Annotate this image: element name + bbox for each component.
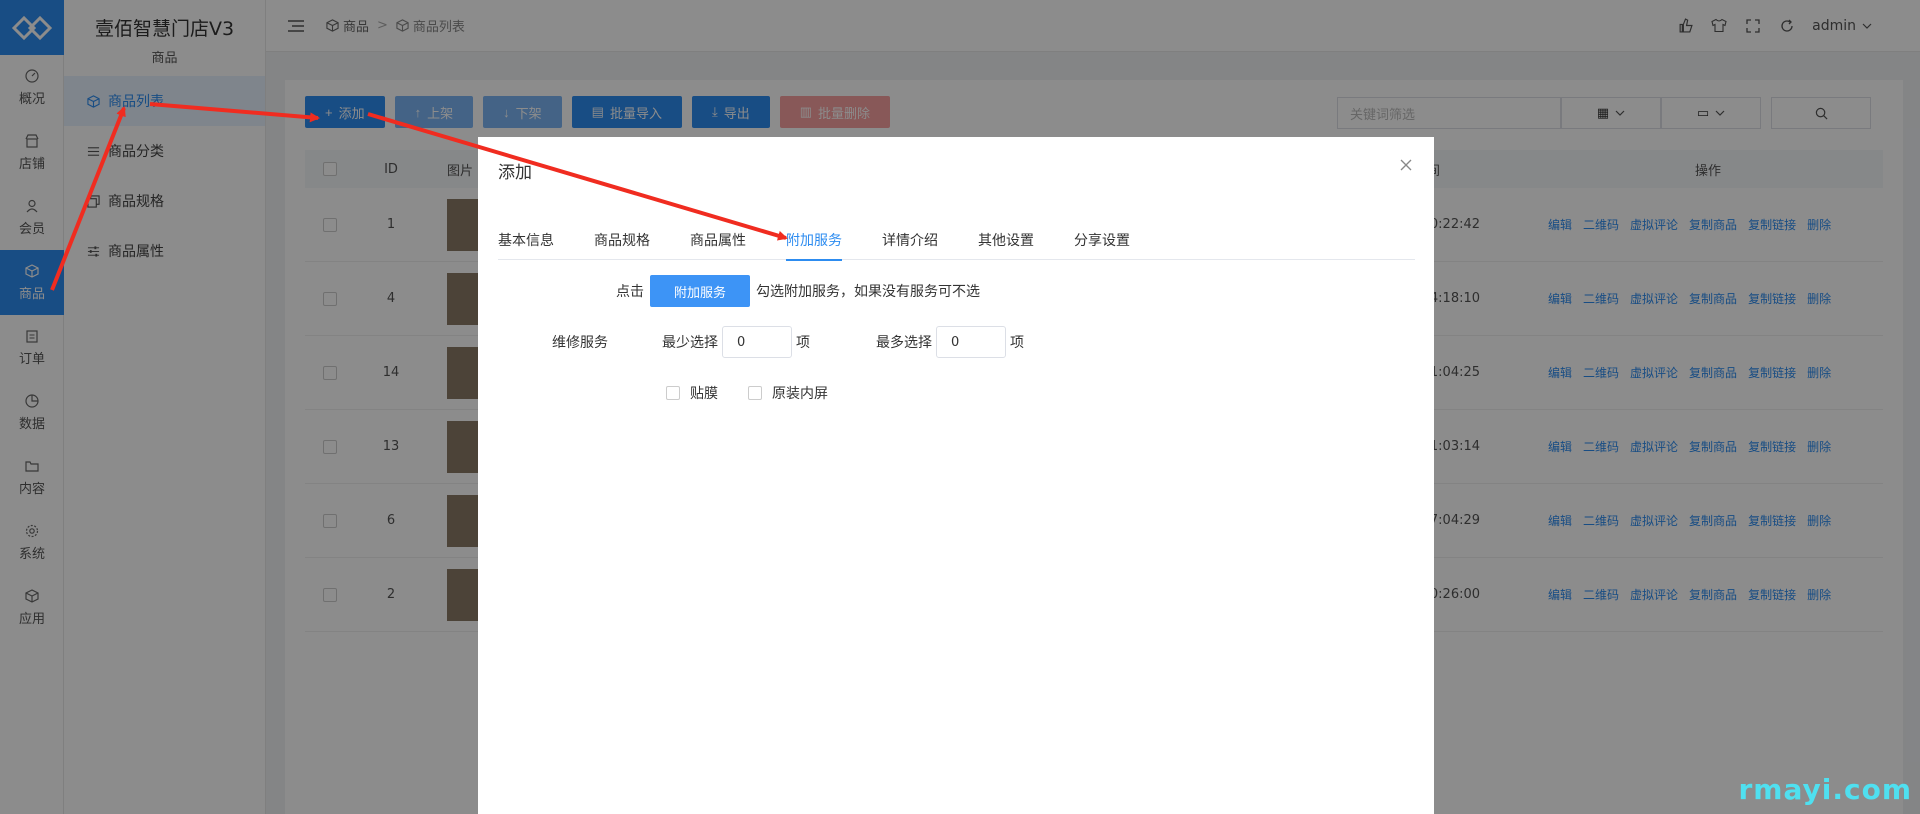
tab-detail[interactable]: 详情介绍 (882, 230, 938, 260)
modal-tabs: 基本信息 商品规格 商品属性 附加服务 详情介绍 其他设置 分享设置 (498, 230, 1415, 261)
option-label: 原装内屏 (772, 386, 828, 402)
tab-share-settings[interactable]: 分享设置 (1074, 230, 1130, 260)
unit-label: 项 (796, 335, 810, 351)
modal-title: 添加 (498, 163, 532, 183)
tab-goods-spec[interactable]: 商品规格 (594, 230, 650, 260)
close-icon[interactable] (1398, 157, 1414, 173)
unit-label: 项 (1010, 335, 1024, 351)
option-original-screen[interactable]: 原装内屏 (748, 383, 828, 403)
tab-extra-service[interactable]: 附加服务 (786, 230, 842, 261)
click-label: 点击 (616, 284, 644, 300)
tab-goods-attr[interactable]: 商品属性 (690, 230, 746, 260)
min-select-label: 最少选择 (662, 335, 718, 351)
tab-other-settings[interactable]: 其他设置 (978, 230, 1034, 260)
repair-service-row: 维修服务 最少选择 0 项 最多选择 0 项 (552, 326, 1024, 358)
add-goods-modal: 添加 基本信息 商品规格 商品属性 附加服务 详情介绍 其他设置 分享设置 点击… (478, 137, 1434, 814)
add-service-button[interactable]: 附加服务 (650, 275, 751, 307)
checkbox[interactable] (666, 386, 680, 400)
service-group-label: 维修服务 (552, 335, 608, 351)
min-select-input[interactable]: 0 (722, 326, 792, 358)
max-select-label: 最多选择 (876, 335, 932, 351)
add-service-hint: 勾选附加服务，如果没有服务可不选 (756, 284, 981, 300)
checkbox[interactable] (748, 386, 762, 400)
service-options: 贴膜 原装内屏 (666, 383, 828, 403)
option-film[interactable]: 贴膜 (666, 383, 718, 403)
option-label: 贴膜 (690, 386, 718, 402)
watermark: rmayi.com (1738, 773, 1912, 806)
max-select-input[interactable]: 0 (936, 326, 1006, 358)
tab-basic-info[interactable]: 基本信息 (498, 230, 554, 260)
add-service-row: 点击 附加服务 勾选附加服务，如果没有服务可不选 (616, 275, 980, 307)
